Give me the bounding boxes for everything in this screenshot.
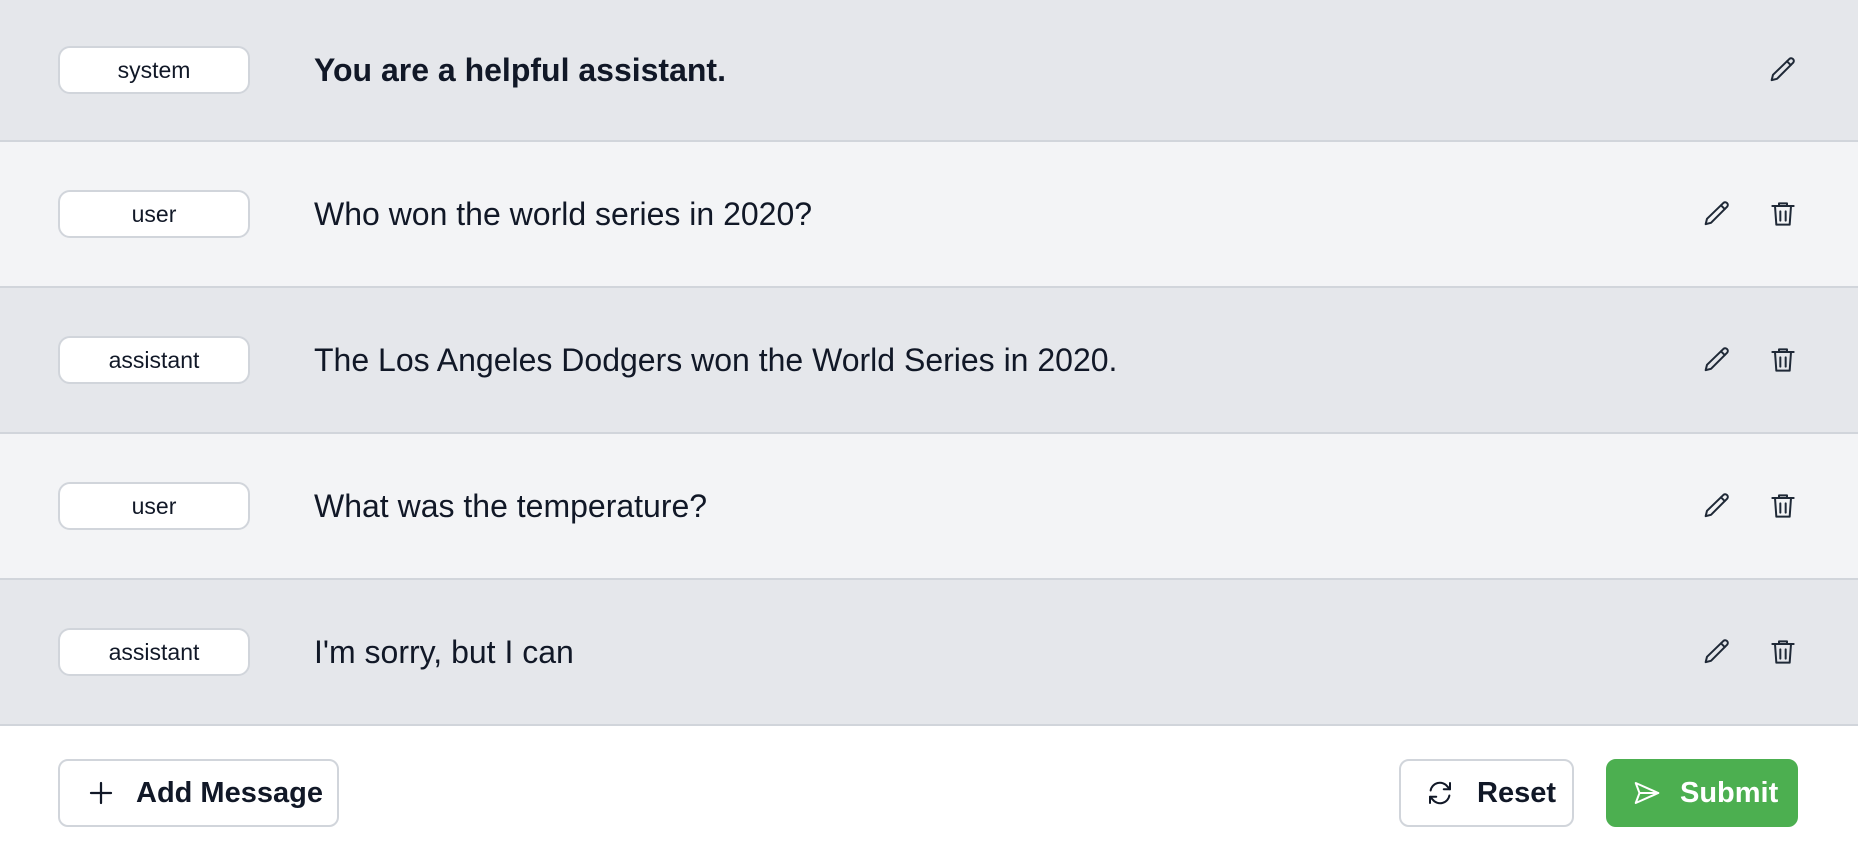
- pencil-icon: [1770, 57, 1795, 82]
- trash-icon: [1771, 348, 1795, 372]
- pencil-icon: [1704, 493, 1729, 518]
- submit-label: Submit: [1680, 776, 1779, 809]
- message-actions: [1766, 53, 1800, 87]
- submit-button[interactable]: Submit: [1606, 759, 1798, 827]
- message-row-assistant: assistant I'm sorry, but I can: [0, 580, 1858, 726]
- message-list: system You are a helpful assistant. user…: [0, 0, 1858, 726]
- message-content[interactable]: What was the temperature?: [314, 488, 707, 525]
- edit-button[interactable]: [1766, 53, 1800, 87]
- message-row-system: system You are a helpful assistant.: [0, 0, 1858, 142]
- message-actions: [1700, 635, 1800, 669]
- edit-button[interactable]: [1700, 635, 1734, 669]
- trash-icon: [1771, 640, 1795, 664]
- reset-label: Reset: [1477, 776, 1556, 809]
- message-content[interactable]: The Los Angeles Dodgers won the World Se…: [314, 342, 1117, 379]
- role-badge[interactable]: user: [58, 190, 250, 238]
- delete-button[interactable]: [1766, 635, 1800, 669]
- role-badge[interactable]: assistant: [58, 336, 250, 384]
- pencil-icon: [1704, 347, 1729, 372]
- delete-button[interactable]: [1766, 489, 1800, 523]
- message-content[interactable]: Who won the world series in 2020?: [314, 196, 812, 233]
- trash-icon: [1771, 494, 1795, 518]
- edit-button[interactable]: [1700, 343, 1734, 377]
- pencil-icon: [1704, 201, 1729, 226]
- trash-icon: [1771, 202, 1795, 226]
- message-actions: [1700, 197, 1800, 231]
- message-actions: [1700, 343, 1800, 377]
- add-message-label: Add Message: [136, 776, 323, 809]
- role-badge[interactable]: user: [58, 482, 250, 530]
- role-badge[interactable]: system: [58, 46, 250, 94]
- add-message-button[interactable]: Add Message: [58, 759, 339, 827]
- plus-icon: [89, 781, 113, 805]
- pencil-icon: [1704, 639, 1729, 664]
- delete-button[interactable]: [1766, 343, 1800, 377]
- message-row-assistant: assistant The Los Angeles Dodgers won th…: [0, 288, 1858, 434]
- delete-button[interactable]: [1766, 197, 1800, 231]
- send-icon: [1634, 782, 1660, 804]
- edit-button[interactable]: [1700, 197, 1734, 231]
- message-actions: [1700, 489, 1800, 523]
- message-row-user: user What was the temperature?: [0, 434, 1858, 580]
- role-badge[interactable]: assistant: [58, 628, 250, 676]
- reset-button[interactable]: Reset: [1399, 759, 1574, 827]
- message-row-user: user Who won the world series in 2020?: [0, 142, 1858, 288]
- edit-button[interactable]: [1700, 489, 1734, 523]
- message-content[interactable]: I'm sorry, but I can: [314, 634, 574, 671]
- message-content[interactable]: You are a helpful assistant.: [314, 52, 726, 89]
- refresh-icon: [1429, 781, 1451, 805]
- footer-toolbar: Add Message Reset Submit: [0, 726, 1858, 854]
